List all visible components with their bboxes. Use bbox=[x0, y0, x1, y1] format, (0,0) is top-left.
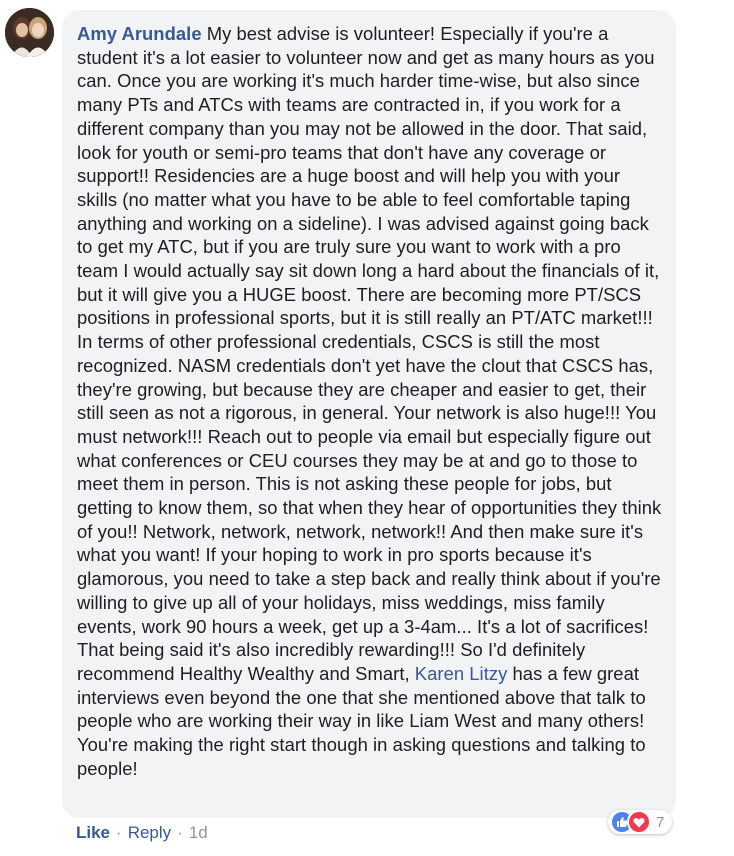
reply-button[interactable]: Reply bbox=[128, 823, 171, 842]
separator: · bbox=[177, 823, 183, 842]
reaction-count: 7 bbox=[656, 813, 665, 831]
separator: · bbox=[116, 823, 122, 842]
avatar[interactable] bbox=[5, 8, 54, 57]
timestamp[interactable]: 1d bbox=[189, 823, 208, 842]
author-name[interactable]: Amy Arundale bbox=[77, 23, 202, 44]
like-button[interactable]: Like bbox=[76, 823, 110, 842]
comment-actions: Like · Reply · 1d bbox=[76, 822, 208, 844]
comment-bubble: Amy Arundale My best advise is volunteer… bbox=[62, 10, 676, 818]
love-icon bbox=[627, 810, 651, 834]
comment-body-part1: My best advise is volunteer! Especially … bbox=[77, 23, 662, 684]
mention-link[interactable]: Karen Litzy bbox=[415, 663, 508, 684]
comment-text: Amy Arundale My best advise is volunteer… bbox=[77, 22, 662, 781]
profile-photo-icon bbox=[5, 8, 54, 57]
reactions-summary[interactable]: 7 bbox=[608, 810, 673, 834]
